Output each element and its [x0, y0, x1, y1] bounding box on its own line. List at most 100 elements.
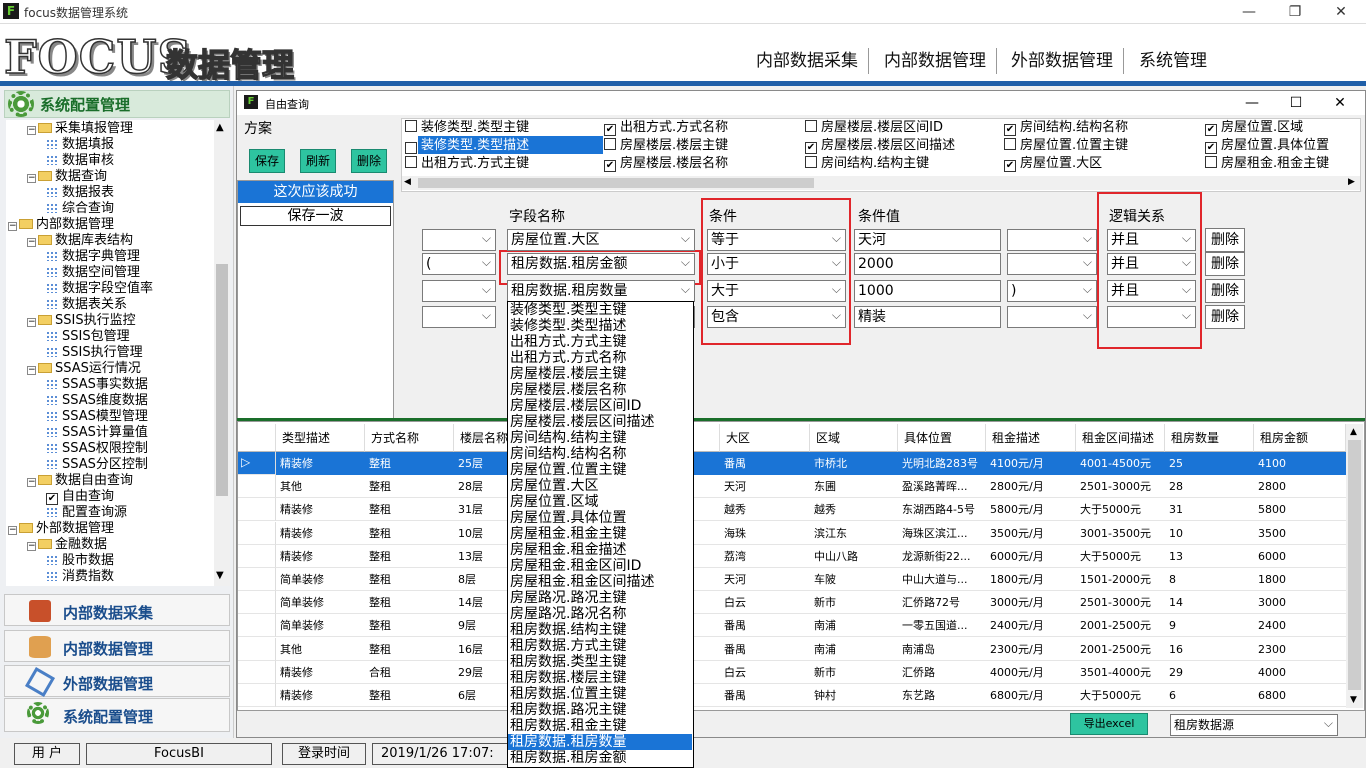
grid-cell[interactable]: 精装修: [276, 661, 365, 684]
field-name-select[interactable]: 房屋位置.大区: [507, 229, 695, 251]
condition-select[interactable]: 小于: [707, 253, 846, 275]
grid-cell[interactable]: 6000: [1254, 545, 1346, 568]
tree-node[interactable]: 股市数据: [46, 553, 114, 569]
field-checkbox[interactable]: ✔ 房屋楼层.楼层区间描述: [805, 137, 955, 154]
dropdown-option[interactable]: 房屋楼层.楼层区间描述: [508, 414, 692, 430]
collapse-icon[interactable]: −: [27, 542, 36, 551]
right-paren-select[interactable]: [1007, 306, 1097, 328]
tree-node[interactable]: − 内部数据管理: [8, 217, 114, 233]
checkbox-icon[interactable]: [405, 120, 417, 132]
tree-node[interactable]: 消费指数: [46, 569, 114, 585]
grid-cell[interactable]: 新市: [810, 591, 898, 615]
grid-cell[interactable]: 大于5000元: [1076, 684, 1165, 707]
plan-refresh-button[interactable]: 刷新: [300, 149, 336, 173]
collapse-icon[interactable]: −: [8, 222, 17, 231]
grid-cell[interactable]: 新市: [810, 661, 898, 684]
grid-cell[interactable]: 29: [1165, 661, 1254, 684]
tree-node[interactable]: SSAS事实数据: [46, 377, 148, 393]
tree-node[interactable]: − 数据查询: [27, 169, 107, 185]
dropdown-option[interactable]: 房屋路况.路况名称: [508, 606, 692, 622]
grid-cell[interactable]: 一零五国道...: [898, 614, 986, 638]
dropdown-option[interactable]: 房间结构.结构主键: [508, 430, 692, 446]
column-header[interactable]: 具体位置: [898, 424, 986, 452]
tree-node[interactable]: − 采集填报管理: [27, 121, 133, 137]
scroll-down-icon[interactable]: ▼: [216, 570, 224, 581]
dropdown-option[interactable]: 租房数据.方式主键: [508, 638, 692, 654]
grid-cell[interactable]: 2300: [1254, 638, 1346, 661]
field-checkbox[interactable]: 装修类型.类型主键: [405, 119, 529, 136]
checkbox-icon[interactable]: ✔: [1205, 124, 1217, 136]
grid-cell[interactable]: 龙源新街22...: [898, 545, 986, 568]
dropdown-option[interactable]: 房屋楼层.楼层主键: [508, 366, 692, 382]
grid-cell[interactable]: 6800: [1254, 684, 1346, 707]
right-paren-select[interactable]: ): [1007, 280, 1097, 302]
dropdown-option[interactable]: 房屋租金.租金区间ID: [508, 558, 692, 574]
tree-node[interactable]: SSAS权限控制: [46, 441, 148, 457]
grid-cell[interactable]: 9层: [454, 614, 508, 638]
column-header[interactable]: 租金区间描述: [1076, 424, 1165, 452]
collapse-icon[interactable]: −: [27, 318, 36, 327]
grid-cell[interactable]: 合租: [365, 661, 454, 684]
grid-cell[interactable]: 6: [1165, 684, 1254, 707]
tree-node[interactable]: 配置查询源: [46, 505, 127, 521]
delete-row-button[interactable]: 删除: [1205, 305, 1245, 329]
grid-cell[interactable]: 28层: [454, 475, 508, 499]
grid-cell[interactable]: 简单装修: [276, 614, 365, 638]
field-checkbox[interactable]: ✔ 房屋位置.区域: [1205, 119, 1303, 136]
field-name-select[interactable]: 租房数据.租房数量: [507, 280, 695, 302]
tree-node[interactable]: 综合查询: [46, 201, 114, 217]
minimize-button[interactable]: —: [1226, 0, 1272, 24]
delete-row-button[interactable]: 删除: [1205, 228, 1245, 252]
collapse-icon[interactable]: −: [27, 174, 36, 183]
row-header[interactable]: [238, 660, 276, 684]
grid-cell[interactable]: 4000: [1254, 661, 1346, 684]
grid-cell[interactable]: 中山八路: [810, 545, 898, 568]
dialog-close-button[interactable]: ✕: [1318, 91, 1362, 115]
dropdown-option[interactable]: 房屋租金.租金描述: [508, 542, 692, 558]
dropdown-option[interactable]: 房屋位置.具体位置: [508, 510, 692, 526]
tree-node[interactable]: SSAS维度数据: [46, 393, 148, 409]
field-checkbox[interactable]: ✔ 房屋位置.具体位置: [1205, 137, 1329, 154]
condition-value-input[interactable]: 1000: [854, 280, 1001, 302]
grid-cell[interactable]: 天河: [720, 568, 810, 591]
collapse-icon[interactable]: −: [27, 366, 36, 375]
checkbox-icon[interactable]: ✔: [604, 160, 616, 172]
grid-cell[interactable]: 1501-2000元: [1076, 568, 1165, 591]
dropdown-option[interactable]: 租房数据.类型主键: [508, 654, 692, 670]
logic-select[interactable]: 并且: [1107, 280, 1196, 302]
left-paren-select[interactable]: [422, 306, 496, 328]
maximize-button[interactable]: ❐: [1272, 0, 1318, 24]
grid-cell[interactable]: 南浦: [810, 638, 898, 661]
grid-cell[interactable]: 东艺路: [898, 684, 986, 707]
checkbox-icon[interactable]: ✔: [1004, 160, 1016, 172]
tree-node[interactable]: 数据字段空值率: [46, 281, 153, 297]
field-checkbox[interactable]: ✔ 出租方式.方式名称: [604, 119, 728, 136]
grid-cell[interactable]: 海珠区滨江...: [898, 522, 986, 545]
field-checkbox[interactable]: 房屋租金.租金主键: [1205, 155, 1329, 172]
tree-node[interactable]: 数据空间管理: [46, 265, 140, 281]
logic-select[interactable]: 并且: [1107, 253, 1196, 275]
grid-cell[interactable]: 4100: [1254, 452, 1346, 475]
grid-cell[interactable]: 东圃: [810, 475, 898, 499]
grid-cell[interactable]: 简单装修: [276, 591, 365, 615]
grid-cell[interactable]: 白云: [720, 661, 810, 684]
grid-cell[interactable]: 14层: [454, 591, 508, 615]
grid-cell[interactable]: 31: [1165, 498, 1254, 522]
grid-cell[interactable]: 16: [1165, 638, 1254, 661]
column-header[interactable]: 租金描述: [986, 424, 1076, 452]
grid-cell[interactable]: 东湖西路4-5号: [898, 498, 986, 522]
checkbox-icon[interactable]: [805, 120, 817, 132]
field-checkbox[interactable]: 房屋楼层.楼层区间ID: [805, 119, 943, 136]
data-source-select[interactable]: 租房数据源: [1170, 714, 1338, 736]
tree-node[interactable]: − 外部数据管理: [8, 521, 114, 537]
grid-cell[interactable]: 2800元/月: [986, 475, 1076, 499]
logic-select[interactable]: [1107, 306, 1196, 328]
row-header[interactable]: [238, 452, 276, 475]
row-header[interactable]: [238, 498, 276, 522]
condition-select[interactable]: 大于: [707, 280, 846, 302]
grid-cell[interactable]: 车陂: [810, 568, 898, 591]
grid-cell[interactable]: 10层: [454, 522, 508, 545]
grid-cell[interactable]: 2001-2500元: [1076, 614, 1165, 638]
dropdown-option[interactable]: 租房数据.路况主键: [508, 702, 692, 718]
plan-item[interactable]: 这次应该成功: [238, 181, 393, 203]
